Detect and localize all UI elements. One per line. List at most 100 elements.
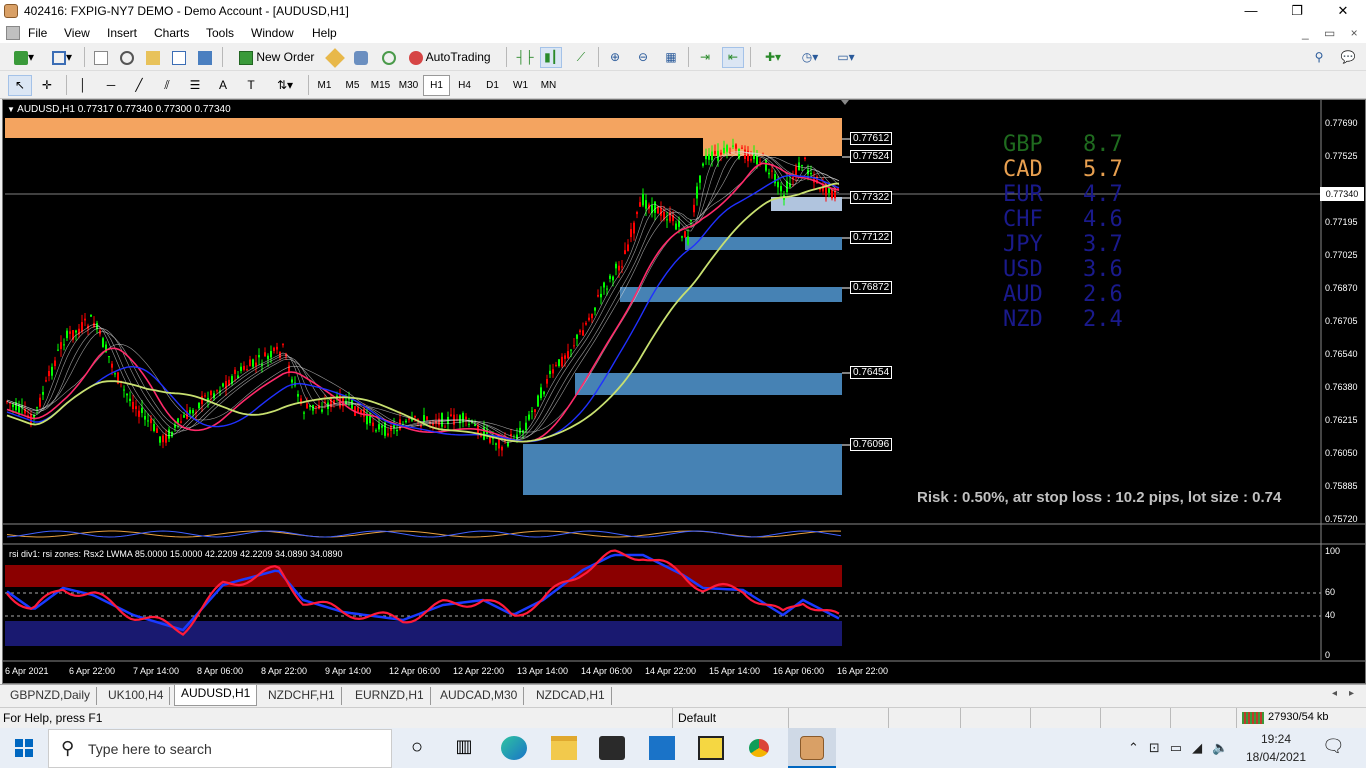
templates-button[interactable]: ▭▾	[830, 47, 862, 68]
candle-body	[48, 371, 50, 377]
signals-button[interactable]	[378, 47, 400, 68]
text-button[interactable]: A	[212, 75, 234, 96]
search-button[interactable]: ⚲	[1308, 47, 1330, 68]
timeframe-h1[interactable]: H1	[423, 75, 450, 96]
candle-body	[108, 356, 110, 358]
data-window-button[interactable]	[116, 47, 138, 68]
candle-body	[708, 154, 710, 160]
auto-scroll-button[interactable]: ⇥	[694, 47, 716, 68]
cursor-icon: ↖	[14, 78, 26, 92]
candle-body	[42, 391, 44, 395]
store-icon[interactable]	[599, 736, 625, 760]
market-watch-button[interactable]	[90, 47, 112, 68]
timeframe-m1[interactable]: M1	[311, 75, 338, 96]
chat-button[interactable]: 💬	[1336, 47, 1360, 68]
profiles-button[interactable]: ▾	[46, 47, 78, 68]
chart-tab[interactable]: EURNZD,H1	[349, 687, 431, 705]
autotrading-button[interactable]: AutoTrading	[406, 47, 500, 68]
line-chart-button[interactable]: ⟋	[570, 47, 592, 68]
candle-body	[621, 266, 623, 268]
new-order-button[interactable]: New Order	[236, 47, 320, 68]
candle-body	[525, 422, 527, 430]
expert-button[interactable]	[350, 47, 372, 68]
candle-body	[579, 330, 581, 333]
candle-body	[687, 236, 689, 245]
chart-window[interactable]: ▼ AUDUSD,H1 0.77317 0.77340 0.77300 0.77…	[2, 99, 1366, 684]
inner-window-controls[interactable]: _ ▭ ×	[1302, 26, 1364, 40]
chrome-icon[interactable]	[746, 736, 772, 760]
edge-icon[interactable]	[501, 736, 527, 760]
file-explorer-icon[interactable]	[551, 736, 577, 760]
tile-windows-button[interactable]: ▦	[660, 47, 682, 68]
menu-window[interactable]: Window	[251, 26, 294, 40]
clock-date[interactable]: 18/04/2021	[1240, 750, 1312, 764]
vertical-line-button[interactable]: │	[72, 75, 94, 96]
chart-tab[interactable]: NZDCHF,H1	[262, 687, 342, 705]
timeframe-mn[interactable]: MN	[535, 75, 562, 96]
bar-chart-button[interactable]: ┤├	[514, 47, 536, 68]
start-button[interactable]	[15, 739, 33, 757]
timeframe-m5[interactable]: M5	[339, 75, 366, 96]
zoom-out-button[interactable]: ⊖	[632, 47, 654, 68]
horizontal-line-button[interactable]: ─	[100, 75, 122, 96]
sticky-notes-icon[interactable]	[698, 736, 724, 760]
menu-file[interactable]: File	[28, 26, 47, 40]
chart-window-icon[interactable]	[6, 26, 20, 40]
timeframe-w1[interactable]: W1	[507, 75, 534, 96]
strategy-tester-button[interactable]	[194, 47, 216, 68]
tab-scroll-arrows-icon[interactable]: ◂▸	[1332, 688, 1366, 699]
candle-body	[639, 202, 641, 207]
strength-row: AUD 2.6	[1003, 282, 1123, 307]
price-chart[interactable]	[3, 100, 1365, 683]
date-axis-label: 8 Apr 06:00	[197, 666, 244, 676]
menu-charts[interactable]: Charts	[154, 26, 189, 40]
text-label-button[interactable]: T	[240, 75, 262, 96]
task-view-icon[interactable]: ▥	[451, 736, 477, 760]
chart-tab[interactable]: UK100,H4	[102, 687, 171, 705]
timeframe-m15[interactable]: M15	[367, 75, 394, 96]
mail-icon[interactable]	[649, 736, 675, 760]
strength-value: 4.6	[1083, 207, 1123, 232]
chart-shift-button[interactable]: ⇤	[722, 47, 744, 68]
menu-view[interactable]: View	[64, 26, 90, 40]
crosshair-button[interactable]: ✛	[36, 75, 58, 96]
timeframe-d1[interactable]: D1	[479, 75, 506, 96]
new-chart-button[interactable]: ▾	[6, 47, 42, 68]
chart-tab[interactable]: AUDUSD,H1	[174, 685, 258, 706]
chart-tab[interactable]: GBPNZD,Daily	[4, 687, 98, 705]
timeframe-h4[interactable]: H4	[451, 75, 478, 96]
metaeditor-button[interactable]	[324, 47, 346, 68]
menu-help[interactable]: Help	[312, 26, 337, 40]
candle-body	[567, 351, 569, 359]
connection-icon[interactable]	[1242, 712, 1264, 724]
terminal-button[interactable]	[168, 47, 190, 68]
date-axis-label: 12 Apr 22:00	[453, 666, 505, 676]
cursor-button[interactable]: ↖	[8, 75, 32, 96]
taskbar-search-box[interactable]: ⚲ Type here to search	[48, 729, 392, 768]
chart-tab[interactable]: AUDCAD,M30	[434, 687, 525, 705]
minimize-button[interactable]: —	[1228, 0, 1274, 23]
channel-button[interactable]: ⫽	[156, 75, 178, 96]
metatrader-task[interactable]	[788, 728, 836, 768]
periods-button[interactable]: ◷▾	[794, 47, 826, 68]
timeframe-m30[interactable]: M30	[395, 75, 422, 96]
notifications-icon[interactable]: 🗨	[1322, 736, 1345, 757]
system-tray-icons[interactable]: ⌃⊡▭◢🔈	[1128, 740, 1238, 756]
zoom-in-button[interactable]: ⊕	[604, 47, 626, 68]
navigator-button[interactable]	[142, 47, 164, 68]
chart-tab[interactable]: NZDCAD,H1	[530, 687, 612, 705]
menu-tools[interactable]: Tools	[206, 26, 234, 40]
arrows-button[interactable]: ⇅▾	[268, 75, 302, 96]
candle-body	[216, 390, 218, 392]
indicators-button[interactable]: ✚▾	[756, 47, 790, 68]
close-button[interactable]: ✕	[1320, 0, 1366, 23]
clock-time[interactable]: 19:24	[1248, 732, 1304, 746]
candlestick-button[interactable]: ▮┃	[540, 47, 562, 68]
cortana-icon[interactable]: ○	[404, 736, 430, 760]
trendline-button[interactable]: ╱	[128, 75, 150, 96]
fibonacci-button[interactable]: ☰	[184, 75, 206, 96]
strength-currency: CAD	[1003, 157, 1043, 182]
candle-body	[381, 425, 383, 428]
menu-insert[interactable]: Insert	[107, 26, 137, 40]
restore-button[interactable]: ❐	[1274, 0, 1320, 23]
